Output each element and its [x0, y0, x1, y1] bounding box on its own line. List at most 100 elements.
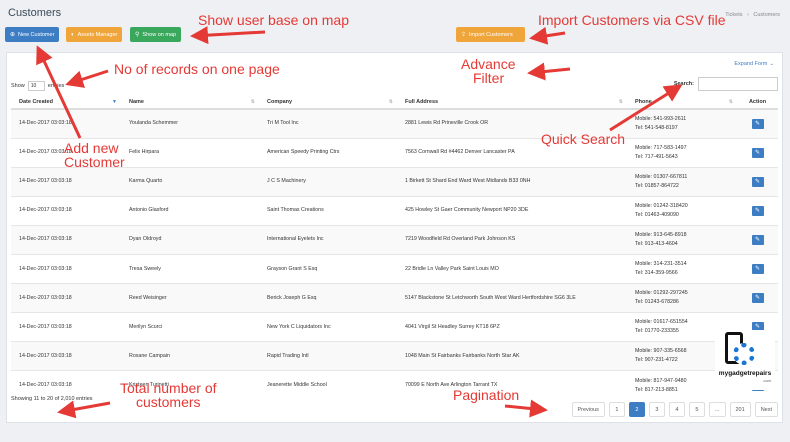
- cell-name: Felix Hirpara: [121, 137, 259, 168]
- edit-icon[interactable]: ✎: [751, 234, 764, 245]
- show-label: Show: [11, 83, 25, 89]
- annotation-add-customer: Add new Customer: [64, 140, 125, 170]
- sort-icon: ⇅: [618, 99, 623, 105]
- cell-phone-tel: Tel: 01463-409090: [635, 211, 679, 218]
- cell-phone-mobile: Mobile: 01292-297245: [635, 290, 688, 297]
- cell-name: Reed Weisinger: [121, 283, 259, 313]
- table-row: 14-Dec-2017 03:03:18 Roxane Campain Rapid …: [11, 341, 778, 371]
- cell-address: 5147 Blackstone St Letchworth South West…: [397, 283, 627, 313]
- cell-company: New York C Liquidators Inc: [259, 312, 397, 342]
- cell-phone-mobile: Mobile: 01617-651554: [635, 319, 688, 326]
- cell-phone-tel: Tel: 314-359-9566: [635, 270, 678, 277]
- cell-company: Jeanerette Middle School: [259, 370, 397, 400]
- entries-label: entries: [47, 83, 65, 89]
- table-row: 14-Dec-2017 03:03:18 Tresa Sweely Grayson …: [11, 253, 778, 284]
- edit-icon[interactable]: ✎: [751, 176, 764, 187]
- cell-action: ✎: [737, 283, 778, 313]
- arrow-show-on-map: [190, 26, 266, 45]
- column-header-company[interactable]: Company ⇅: [259, 95, 397, 110]
- gear-icon: [733, 343, 755, 365]
- search-label: Search:: [673, 81, 694, 87]
- pagination-previous[interactable]: Previous: [571, 402, 605, 417]
- new-customer-button[interactable]: ⊕ New Customer: [5, 27, 60, 42]
- sort-desc-icon: ▼: [112, 99, 117, 105]
- cell-address: 7219 Woodfield Rd Overland Park Johnson …: [397, 224, 627, 255]
- annotation-advance-filter: Advance Filter: [461, 56, 516, 86]
- annotation-records: No of records on one page: [114, 61, 280, 77]
- entries-select[interactable]: 10: [27, 81, 45, 91]
- column-header-name[interactable]: Name ⇅: [121, 95, 259, 110]
- sort-icon: ⇅: [728, 99, 733, 105]
- edit-icon[interactable]: ✎: [751, 147, 764, 158]
- edit-icon[interactable]: ✎: [751, 205, 764, 216]
- globe-icon: ◐: [71, 31, 75, 38]
- pagination-page-1[interactable]: 1: [608, 402, 625, 417]
- table-row: 14-Dec-2017 03:03:18 Antonio Glasford Sain…: [11, 195, 778, 226]
- column-header-date-created[interactable]: Date Created ▼: [11, 95, 121, 110]
- cell-phone-tel: Tel: 541-548-8197: [635, 124, 678, 131]
- column-header-phone[interactable]: Phone ⇅: [627, 95, 737, 110]
- annotation-show-on-map: Show user base on map: [198, 12, 349, 28]
- breadcrumb-tickets[interactable]: Tickets: [725, 12, 742, 18]
- breadcrumb-customers: Customers: [753, 12, 780, 18]
- cell-date-created: 14-Dec-2017 03:03:18: [11, 166, 121, 197]
- search-control: Search:: [674, 77, 778, 91]
- cell-action: ✎: [737, 108, 778, 139]
- arrow-import: [529, 26, 566, 45]
- cell-address: 22 Bridle Ln Valley Park Saint Louis MO: [397, 253, 627, 284]
- pagination-page-2[interactable]: 2: [628, 402, 645, 417]
- page-title: Customers: [8, 7, 62, 19]
- annotation-pagination: Pagination: [453, 387, 520, 403]
- cell-company: Tri M Tool Inc: [259, 108, 397, 139]
- edit-icon[interactable]: ✎: [751, 293, 764, 304]
- pagination-page-201[interactable]: 201: [729, 402, 751, 417]
- cell-address: 425 Howley St Gaer Community Newport NP2…: [397, 195, 627, 226]
- expand-form-toggle[interactable]: Expand Form ⌄: [734, 61, 774, 67]
- column-header-address[interactable]: Full Address ⇅: [397, 95, 627, 110]
- cell-phone-tel: Tel: 01243-678286: [635, 299, 679, 306]
- pagination-page-4[interactable]: 4: [668, 402, 685, 417]
- chevron-down-icon: ⌄: [769, 61, 774, 67]
- show-on-map-label: Show on map: [142, 31, 177, 38]
- customers-panel: Expand Form ⌄ Show 10 entries Search: Da…: [6, 52, 783, 423]
- edit-icon[interactable]: ✎: [751, 118, 764, 129]
- assets-manager-button[interactable]: ◐ Assets Manager: [66, 27, 123, 42]
- show-on-map-button[interactable]: ⚲ Show on map: [130, 27, 182, 42]
- assets-manager-label: Assets Manager: [77, 31, 118, 38]
- cell-action: ✎: [737, 224, 778, 255]
- cell-name: Tresa Sweely: [121, 253, 259, 284]
- pagination-page-5[interactable]: 5: [688, 402, 705, 417]
- cell-date-created: 14-Dec-2017 03:03:18: [11, 283, 121, 313]
- cell-phone-mobile: Mobile: 913-645-8918: [635, 231, 687, 238]
- sort-icon: ⇅: [388, 99, 393, 105]
- edit-icon[interactable]: ✎: [751, 264, 764, 275]
- table-row: 14-Dec-2017 03:03:18 Felix Hirpara America…: [11, 137, 778, 168]
- cell-address: 1048 Main St Fairbanks Fairbanks North S…: [397, 341, 627, 371]
- sort-icon: ⇅: [250, 99, 255, 105]
- pagination-next[interactable]: Next: [754, 402, 778, 417]
- annotation-total: Total number of customers: [120, 380, 217, 410]
- upload-icon: ⇪: [461, 32, 467, 38]
- entries-length-control: Show 10 entries: [11, 81, 64, 91]
- cell-action: ✎: [737, 166, 778, 197]
- new-customer-label: New Customer: [18, 31, 55, 38]
- cell-company: Saint Thomas Creations: [259, 195, 397, 226]
- expand-form-label: Expand Form: [734, 61, 768, 67]
- cell-phone: Mobile: 913-645-8918 Tel: 913-413-4604: [627, 224, 737, 255]
- cell-phone-tel: Tel: 913-413-4604: [635, 240, 678, 247]
- pagination-page-3[interactable]: 3: [648, 402, 665, 417]
- column-header-action: Action: [737, 95, 778, 110]
- cell-phone: Mobile: 01242-318420 Tel: 01463-409090: [627, 195, 737, 226]
- cell-company: Rapid Trading Intl: [259, 341, 397, 371]
- cell-phone-tel: Tel: 717-491-5643: [635, 153, 678, 160]
- cell-date-created: 14-Dec-2017 03:03:18: [11, 108, 121, 139]
- annotation-quick-search: Quick Search: [541, 131, 626, 147]
- cell-action: ✎: [737, 137, 778, 168]
- cell-date-created: 14-Dec-2017 03:03:18: [11, 312, 121, 342]
- breadcrumb-separator: ›: [747, 12, 749, 18]
- plus-circle-icon: ⊕: [10, 32, 16, 38]
- search-input[interactable]: [698, 77, 778, 91]
- cell-name: Roxane Campain: [121, 341, 259, 371]
- import-customers-button[interactable]: ⇪ Import Customers: [456, 27, 525, 42]
- cell-date-created: 14-Dec-2017 03:03:18: [11, 195, 121, 226]
